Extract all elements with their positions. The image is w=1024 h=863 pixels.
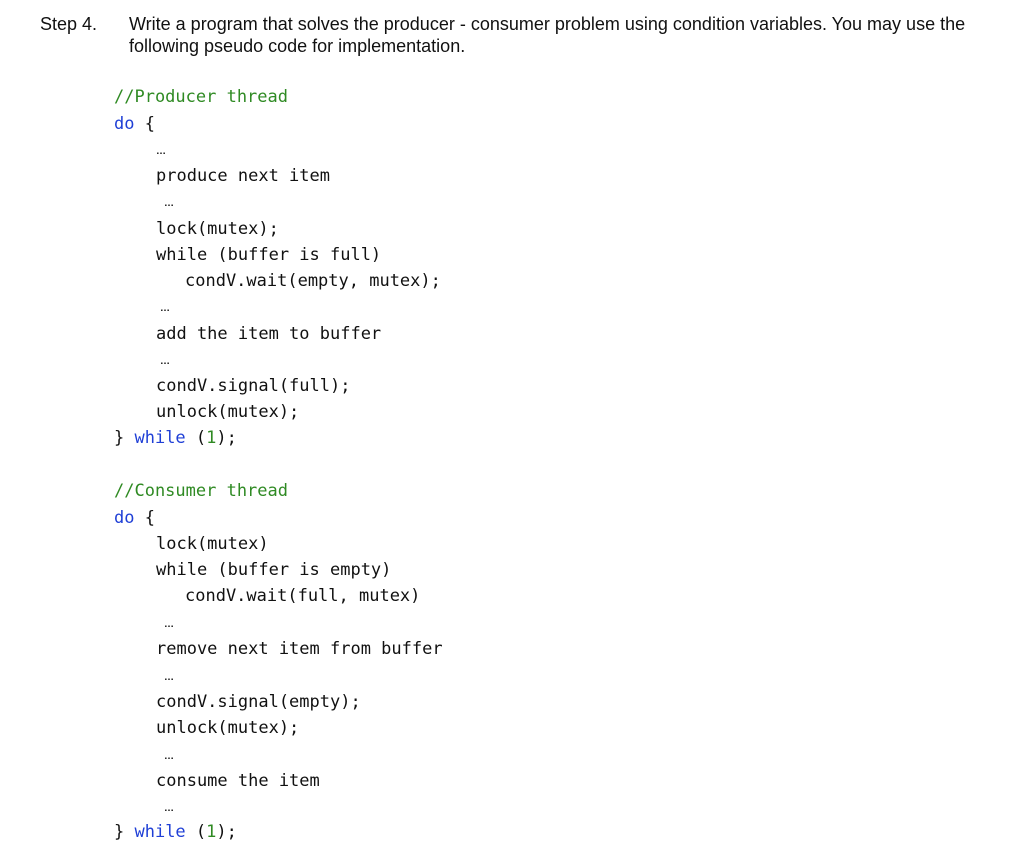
ellipsis: … [160,356,170,367]
ellipsis: … [164,672,174,683]
producer-produce-line: produce next item [156,166,330,186]
producer-signal-line: condV.signal(full); [156,376,351,396]
consumer-do-line: do { [114,506,155,530]
ellipsis: … [164,751,174,762]
producer-add-line: add the item to buffer [156,324,382,344]
consumer-wait-line: condV.wait(full, mutex) [185,586,421,606]
producer-cond-close: ); [216,428,237,448]
consumer-while-keyword: while [134,822,186,842]
consumer-consume-line: consume the item [156,771,320,791]
producer-open-brace: { [134,114,155,134]
consumer-cond-number: 1 [206,822,217,842]
ellipsis: … [164,619,174,630]
consumer-lock-line: lock(mutex) [156,534,269,554]
consumer-comment: //Consumer thread [114,481,288,501]
ellipsis: … [164,198,174,209]
consumer-remove-line: remove next item from buffer [156,639,443,659]
ellipsis: … [160,303,170,314]
ellipsis: … [156,146,166,157]
consumer-while-end-line: } while (1); [114,820,237,844]
consumer-signal-line: condV.signal(empty); [156,692,361,712]
producer-wait-line: condV.wait(empty, mutex); [185,271,441,291]
consumer-unlock-line: unlock(mutex); [156,718,300,738]
consumer-while-line: while (buffer is empty) [156,560,392,580]
producer-comment: //Producer thread [114,87,288,107]
ellipsis: … [164,803,174,814]
pseudo-code-block: //Producer thread do { … produce next it… [0,0,1024,863]
consumer-close-brace: } [114,822,135,842]
consumer-cond-open: ( [185,822,207,842]
producer-lock-line: lock(mutex); [156,219,279,239]
producer-close-brace: } [114,428,135,448]
producer-while-end-line: } while (1); [114,426,237,450]
producer-unlock-line: unlock(mutex); [156,402,300,422]
producer-do-line: do { [114,112,155,136]
consumer-cond-close: ); [216,822,237,842]
producer-while-line: while (buffer is full) [156,245,382,265]
consumer-do-keyword: do [114,508,135,528]
producer-cond-number: 1 [206,428,217,448]
producer-while-keyword: while [134,428,186,448]
producer-cond-open: ( [185,428,207,448]
producer-do-keyword: do [114,114,135,134]
consumer-open-brace: { [134,508,155,528]
